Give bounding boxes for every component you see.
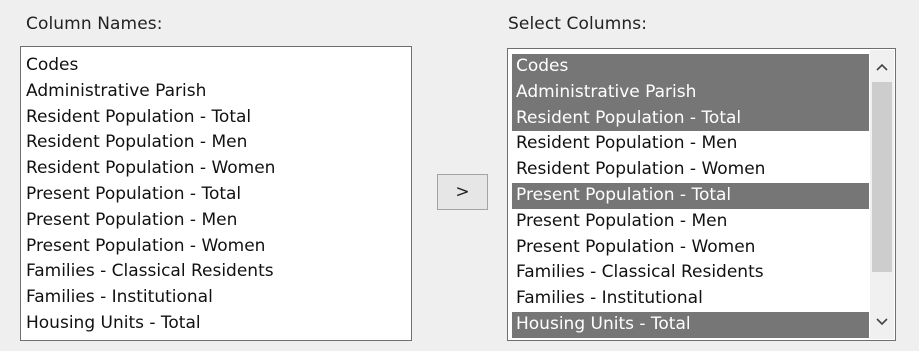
list-item[interactable]: Resident Population - Total [512,105,869,132]
list-item[interactable]: Present Population - Total [512,182,869,209]
list-item[interactable]: Present Population - Women [25,234,411,260]
list-item[interactable]: Codes [512,54,869,80]
list-item[interactable]: Present Population - Men [512,209,869,235]
list-item[interactable]: Resident Population - Women [25,156,411,182]
scroll-down-arrow-icon[interactable] [870,309,894,335]
list-item[interactable]: Housing Units - Total [25,311,411,337]
vertical-scrollbar[interactable] [870,50,894,339]
list-item[interactable]: Resident Population - Men [25,130,411,156]
list-item[interactable]: Resident Population - Women [512,157,869,183]
column-names-label: Column Names: [26,14,163,34]
list-item[interactable]: Present Population - Women [512,235,869,261]
column-names-listbox[interactable]: Codes Administrative Parish Resident Pop… [20,46,412,341]
list-item[interactable]: Administrative Parish [25,79,411,105]
select-columns-listbox[interactable]: Codes Administrative Parish Resident Pop… [507,48,896,341]
list-item[interactable]: Present Population - Men [25,208,411,234]
add-column-button[interactable]: > [437,174,488,210]
list-item[interactable]: Housing Units - Total [512,311,869,338]
list-item[interactable]: Codes [25,53,411,79]
scrollbar-thumb[interactable] [872,82,892,272]
list-item[interactable]: Families - Institutional [512,286,869,312]
list-item[interactable]: Resident Population - Men [512,131,869,157]
list-item[interactable]: Families - Classical Residents [512,260,869,286]
select-columns-label: Select Columns: [508,14,648,34]
list-item[interactable]: Present Population - Total [25,182,411,208]
list-item[interactable]: Families - Classical Residents [25,259,411,285]
list-item[interactable]: Resident Population - Total [25,105,411,131]
list-item[interactable]: Administrative Parish [512,79,869,106]
list-item[interactable]: Families - Institutional [25,285,411,311]
scroll-up-arrow-icon[interactable] [870,54,894,80]
